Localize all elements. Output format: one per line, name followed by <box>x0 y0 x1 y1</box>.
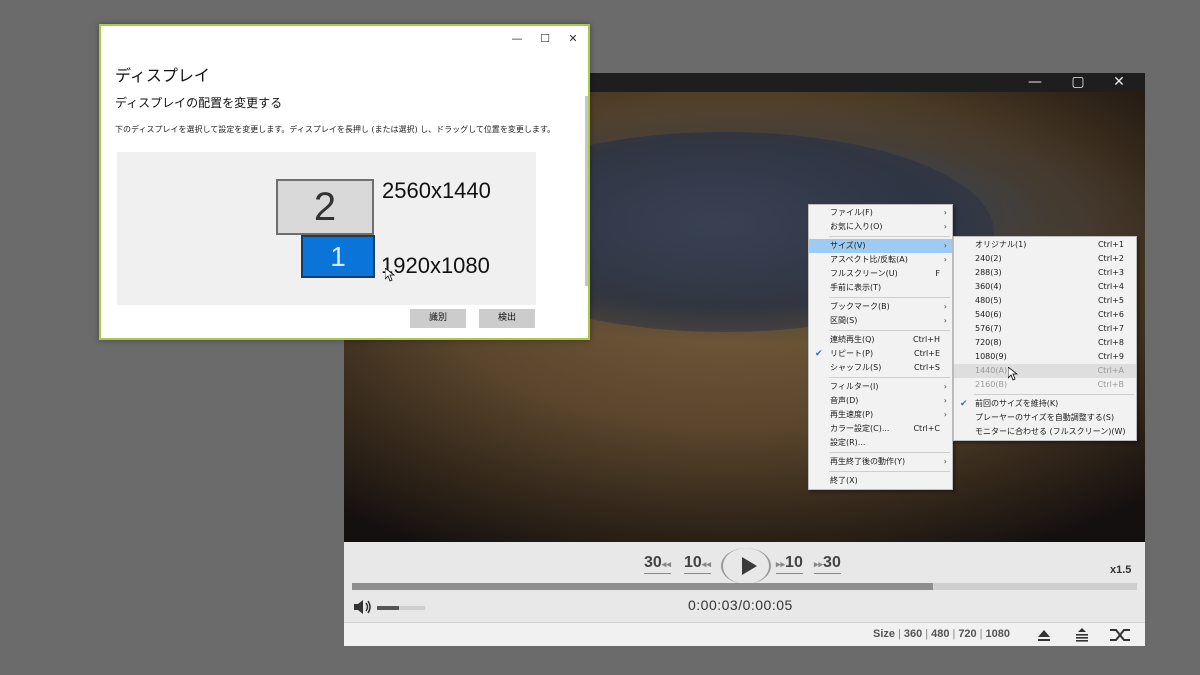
player-controls: 30◂◂ 10◂◂ ▸▸10 ▸▸30 x1.5 0:00:03/0:00:05… <box>344 542 1145 646</box>
menu-item-audio[interactable]: 音声(D) › <box>809 394 952 408</box>
size-480[interactable]: 480(5) Ctrl+5 <box>954 294 1136 308</box>
volume-slider[interactable] <box>377 606 425 610</box>
menu-item-bookmark[interactable]: ブックマーク(B) › <box>809 300 952 314</box>
size-fit-monitor[interactable]: モニターに合わせる (フルスクリーン)(W) <box>954 425 1136 439</box>
dialog-minimize-button[interactable]: — <box>504 30 530 48</box>
checkmark-icon: ✔ <box>960 399 968 409</box>
menu-separator <box>829 377 950 378</box>
checkmark-icon: ✔ <box>815 349 823 359</box>
eject-icon[interactable] <box>1035 627 1053 643</box>
menu-item-filter[interactable]: フィルター(I) › <box>809 380 952 394</box>
skip-back-30-button[interactable]: 30◂◂ <box>644 554 671 574</box>
dialog-heading: ディスプレイの配置を変更する <box>115 96 283 110</box>
volume-level <box>377 606 399 610</box>
size-480-button[interactable]: 480 <box>931 628 949 640</box>
menu-separator <box>829 236 950 237</box>
maximize-button[interactable]: ▢ <box>1060 73 1096 92</box>
skip-back-10-label: 10 <box>684 554 702 571</box>
seek-bar-progress <box>352 583 933 590</box>
skip-fwd-30-label: 30 <box>823 554 841 571</box>
menu-item-color-settings[interactable]: カラー設定(C)... Ctrl+C <box>809 422 952 436</box>
size-keep-previous[interactable]: ✔ 前回のサイズを維持(K) <box>954 397 1136 411</box>
menu-separator <box>829 471 950 472</box>
display-arrangement-area: 2 1 2560x1440 1920x1080 <box>117 152 536 305</box>
display-settings-dialog: — ☐ ✕ ディスプレイ ディスプレイの配置を変更する 下のディスプレイを選択し… <box>99 24 590 340</box>
size-288[interactable]: 288(3) Ctrl+3 <box>954 266 1136 280</box>
playback-speed-label[interactable]: x1.5 <box>1110 564 1131 576</box>
detect-button[interactable]: 検出 <box>479 309 535 328</box>
menu-item-file[interactable]: ファイル(F) › <box>809 206 952 220</box>
volume-icon[interactable] <box>353 600 373 614</box>
menu-item-settings[interactable]: 設定(R)... <box>809 436 952 450</box>
size-240[interactable]: 240(2) Ctrl+2 <box>954 252 1136 266</box>
dialog-scrollbar[interactable] <box>585 96 588 286</box>
size-auto-adjust[interactable]: プレーヤーのサイズを自動調整する(S) <box>954 411 1136 425</box>
size-original[interactable]: オリジナル(1) Ctrl+1 <box>954 238 1136 252</box>
identify-button[interactable]: 識別 <box>410 309 466 328</box>
size-360[interactable]: 360(4) Ctrl+4 <box>954 280 1136 294</box>
menu-separator <box>829 452 950 453</box>
shuffle-icon[interactable] <box>1108 627 1132 643</box>
fast-forward-icon: ▸▸ <box>814 559 824 569</box>
monitor-1-resolution: 1920x1080 <box>381 253 490 278</box>
minimize-button[interactable]: — <box>1017 73 1053 92</box>
skip-fwd-10-button[interactable]: ▸▸10 <box>776 554 803 574</box>
close-button[interactable]: ✕ <box>1101 73 1137 92</box>
skip-fwd-30-button[interactable]: ▸▸30 <box>814 554 841 574</box>
menu-item-fullscreen[interactable]: フルスクリーン(U) F <box>809 267 952 281</box>
play-button[interactable] <box>721 548 771 584</box>
size-720[interactable]: 720(8) Ctrl+8 <box>954 336 1136 350</box>
skip-fwd-10-label: 10 <box>785 554 803 571</box>
menu-item-size[interactable]: サイズ(V) › <box>809 239 952 253</box>
menu-item-playback-speed[interactable]: 再生速度(P) › <box>809 408 952 422</box>
menu-separator <box>829 297 950 298</box>
dialog-title: ディスプレイ <box>115 66 210 85</box>
menu-item-aspect[interactable]: アスペクト比/反転(A) › <box>809 253 952 267</box>
dialog-close-button[interactable]: ✕ <box>560 30 586 48</box>
menu-item-always-on-top[interactable]: 手前に表示(T) <box>809 281 952 295</box>
size-360-button[interactable]: 360 <box>904 628 922 640</box>
menu-item-favorites[interactable]: お気に入り(O) › <box>809 220 952 234</box>
player-bottom-bar: Size | 360 | 480 | 720 | 1080 <box>344 622 1145 646</box>
menu-item-exit[interactable]: 終了(X) <box>809 474 952 488</box>
menu-item-repeat[interactable]: ✔ リピート(P) Ctrl+E <box>809 347 952 361</box>
skip-controls: 30◂◂ 10◂◂ ▸▸10 ▸▸30 <box>344 548 1145 584</box>
size-1080[interactable]: 1080(9) Ctrl+9 <box>954 350 1136 364</box>
mouse-cursor-icon <box>1008 367 1018 381</box>
context-menu: ファイル(F) › お気に入り(O) › サイズ(V) › アスペクト比/反転(A) ›… <box>808 204 953 490</box>
play-icon <box>742 557 757 575</box>
rewind-icon: ◂◂ <box>701 559 711 569</box>
fast-forward-icon: ▸▸ <box>776 559 786 569</box>
menu-item-continuous-play[interactable]: 連続再生(Q) Ctrl+H <box>809 333 952 347</box>
menu-item-after-playback[interactable]: 再生終了後の動作(Y) › <box>809 455 952 469</box>
playback-time: 0:00:03/0:00:05 <box>688 597 793 613</box>
size-540[interactable]: 540(6) Ctrl+6 <box>954 308 1136 322</box>
size-1440[interactable]: 1440(A) Ctrl+A <box>954 364 1136 378</box>
size-presets: Size | 360 | 480 | 720 | 1080 <box>873 628 1011 640</box>
size-2160[interactable]: 2160(B) Ctrl+B <box>954 378 1136 392</box>
rewind-icon: ◂◂ <box>661 559 671 569</box>
skip-back-30-label: 30 <box>644 554 662 571</box>
menu-separator <box>974 394 1134 395</box>
mouse-cursor-icon <box>385 268 395 282</box>
skip-back-10-button[interactable]: 10◂◂ <box>684 554 711 574</box>
menu-separator <box>829 330 950 331</box>
menu-item-shuffle[interactable]: シャッフル(S) Ctrl+S <box>809 361 952 375</box>
size-576[interactable]: 576(7) Ctrl+7 <box>954 322 1136 336</box>
seek-bar[interactable] <box>352 583 1137 590</box>
size-1080-button[interactable]: 1080 <box>986 628 1010 640</box>
size-label: Size <box>873 628 896 640</box>
playlist-icon[interactable] <box>1073 627 1091 643</box>
monitor-2-resolution: 2560x1440 <box>382 178 491 203</box>
dialog-description: 下のディスプレイを選択して設定を変更します。ディスプレイを長押し (または選択)… <box>115 125 556 134</box>
size-720-button[interactable]: 720 <box>958 628 976 640</box>
size-submenu: オリジナル(1) Ctrl+1 240(2) Ctrl+2 288(3) Ctrl+3… <box>953 236 1137 441</box>
dialog-maximize-button[interactable]: ☐ <box>532 30 558 48</box>
monitor-1[interactable]: 1 <box>301 235 375 278</box>
menu-item-section[interactable]: 区間(S) › <box>809 314 952 328</box>
monitor-2[interactable]: 2 <box>276 179 374 235</box>
